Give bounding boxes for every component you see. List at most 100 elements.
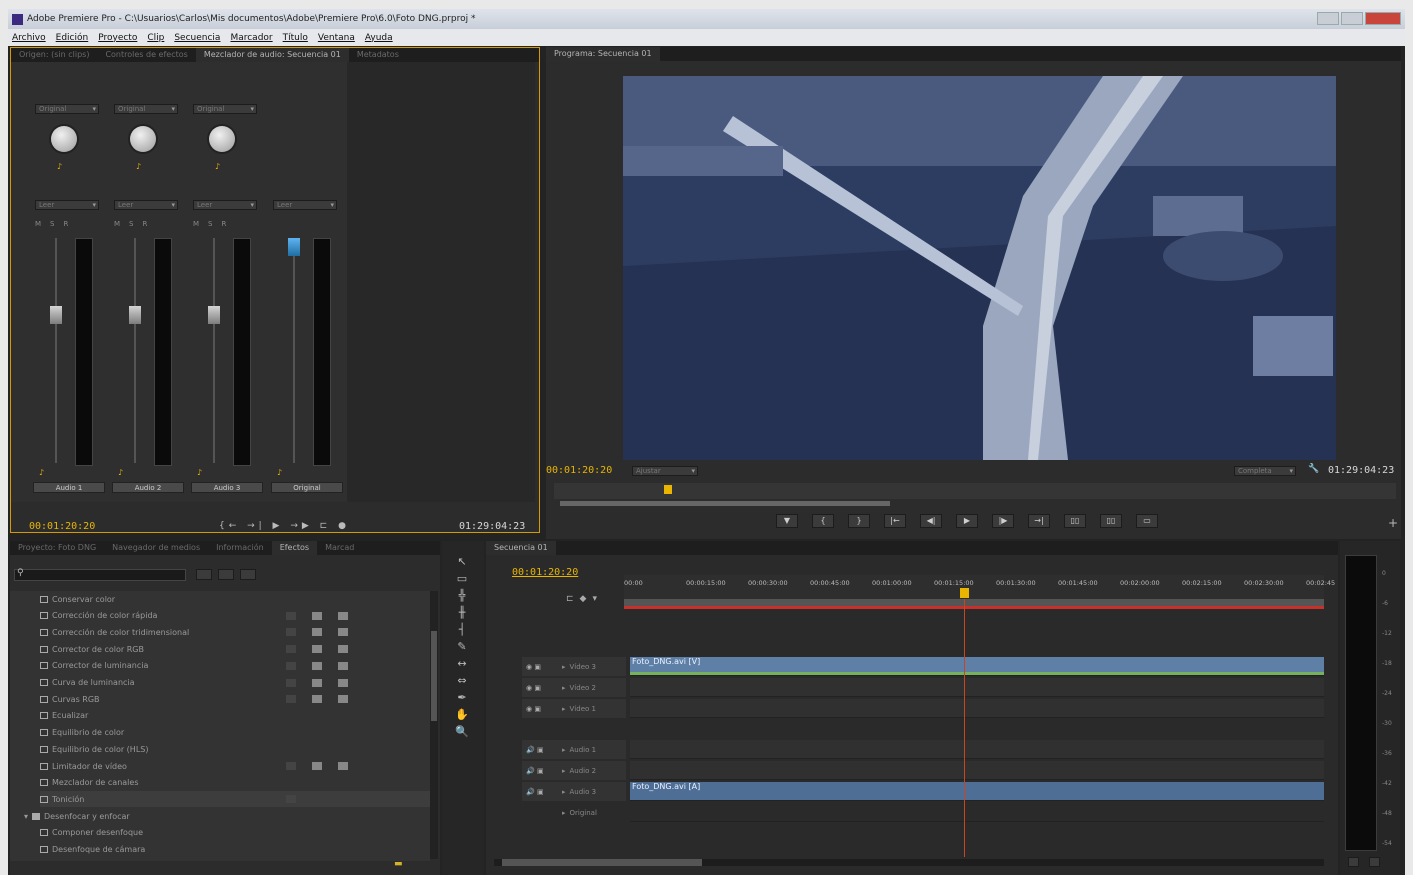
track-header[interactable]: ▸ Original — [522, 803, 626, 822]
32bit-effects-filter[interactable] — [218, 569, 234, 580]
track-lane[interactable] — [630, 678, 1324, 697]
menu-archivo[interactable]: Archivo — [12, 33, 46, 43]
menu-ventana[interactable]: Ventana — [318, 33, 355, 43]
expand-arrow-icon[interactable]: ▸ — [562, 767, 566, 775]
tab-media-browser[interactable]: Navegador de medios — [104, 541, 208, 555]
tab-audio-mixer[interactable]: Mezclador de audio: Secuencia 01 — [195, 48, 349, 62]
expand-arrow-icon[interactable]: ▸ — [562, 746, 566, 754]
pan-knob[interactable] — [51, 126, 77, 152]
volume-fader-handle[interactable] — [129, 306, 141, 324]
transport-button[interactable]: ▯▯ — [1100, 514, 1122, 528]
track-lane[interactable] — [630, 740, 1324, 759]
tab-program[interactable]: Programa: Secuencia 01 — [546, 47, 660, 61]
effect-list-item[interactable]: Desenfoque de cámara — [40, 842, 430, 858]
effect-list-item[interactable]: Equilibrio de color — [40, 725, 430, 741]
mute-solo-record-buttons[interactable]: MSR — [114, 220, 156, 228]
menu-clip[interactable]: Clip — [147, 33, 164, 43]
automation-mode-select[interactable]: Leer — [114, 200, 178, 210]
effect-list-item[interactable]: Componer desenfoque — [40, 825, 430, 841]
add-button-icon[interactable]: + — [1388, 516, 1398, 530]
expand-arrow-icon[interactable]: ▸ — [562, 788, 566, 796]
volume-fader-handle[interactable] — [288, 238, 300, 256]
channel-input-mode-select[interactable]: Original — [114, 104, 178, 114]
transport-button[interactable]: ▯▯ — [1064, 514, 1086, 528]
effect-list-item[interactable]: Corrector de luminancia — [40, 658, 430, 674]
expand-arrow-icon[interactable]: ▸ — [562, 705, 566, 713]
effect-list-item[interactable]: Corrección de color rápida — [40, 608, 430, 624]
channel-input-mode-select[interactable]: Original — [193, 104, 257, 114]
maximize-button[interactable] — [1341, 12, 1363, 25]
transport-button[interactable]: |← — [884, 514, 906, 528]
automation-mode-select[interactable]: Leer — [273, 200, 337, 210]
effect-list-item[interactable]: Tonición — [40, 791, 430, 808]
ripple-edit-tool-icon[interactable]: ╬ — [454, 589, 470, 602]
effects-search-input[interactable] — [14, 569, 186, 581]
expand-arrow-icon[interactable]: ▸ — [562, 684, 566, 692]
effect-folder[interactable]: ▾ Desenfocar y enfocar — [24, 808, 430, 824]
mute-solo-record-buttons[interactable]: MSR — [193, 220, 235, 228]
accelerated-effects-filter[interactable] — [196, 569, 212, 580]
minimize-button[interactable] — [1317, 12, 1339, 25]
tab-effect-controls[interactable]: Controles de efectos — [97, 48, 195, 62]
transport-button[interactable]: →| — [1028, 514, 1050, 528]
effect-list-item[interactable]: Limitador de vídeo — [40, 758, 430, 774]
program-playhead[interactable] — [664, 485, 672, 494]
timeline-clip[interactable]: Foto_DNG.avi [V] — [630, 657, 1324, 675]
volume-fader-handle[interactable] — [50, 306, 62, 324]
speaker-icon[interactable]: 🔊 ▣ — [522, 788, 562, 796]
track-header[interactable]: ◉ ▣ ▸ Vídeo 2 — [522, 678, 626, 697]
hand-tool-icon[interactable]: ✋ — [454, 708, 470, 721]
menu-edicion[interactable]: Edición — [56, 33, 89, 43]
zoom-select[interactable]: Ajustar — [632, 466, 698, 476]
transport-button[interactable]: ◀| — [920, 514, 942, 528]
menu-titulo[interactable]: Título — [283, 33, 308, 43]
tab-effects[interactable]: Efectos — [271, 541, 318, 555]
pan-knob[interactable] — [130, 126, 156, 152]
menu-marcador[interactable]: Marcador — [230, 33, 272, 43]
track-lane[interactable] — [630, 803, 1324, 822]
track-header[interactable]: 🔊 ▣ ▸ Audio 2 — [522, 761, 626, 780]
track-header[interactable]: ◉ ▣ ▸ Vídeo 3 — [522, 657, 626, 676]
transport-button[interactable]: { — [812, 514, 834, 528]
transport-button[interactable]: |▶ — [992, 514, 1014, 528]
resolution-select[interactable]: Completa — [1234, 466, 1296, 476]
automation-mode-select[interactable]: Leer — [193, 200, 257, 210]
speaker-icon[interactable]: 🔊 ▣ — [522, 746, 562, 754]
eye-icon[interactable]: ◉ ▣ — [522, 684, 562, 692]
menu-secuencia[interactable]: Secuencia — [174, 33, 220, 43]
eye-icon[interactable]: ◉ ▣ — [522, 663, 562, 671]
expand-arrow-icon[interactable]: ▸ — [562, 809, 566, 817]
effect-list-item[interactable]: Conservar color — [40, 591, 430, 607]
volume-fader-track[interactable] — [55, 238, 57, 463]
solo-right-button[interactable] — [1369, 857, 1380, 867]
menu-ayuda[interactable]: Ayuda — [365, 33, 393, 43]
mute-solo-record-buttons[interactable]: MSR — [35, 220, 77, 228]
new-bin-icon[interactable]: ▬ — [394, 859, 403, 869]
tab-source[interactable]: Origen: (sin clips) — [11, 48, 97, 62]
pan-knob[interactable] — [209, 126, 235, 152]
volume-fader-track[interactable] — [213, 238, 215, 463]
tab-markers[interactable]: Marcad — [317, 541, 362, 555]
effect-list-item[interactable]: Equilibrio de color (HLS) — [40, 741, 430, 757]
tab-metadata[interactable]: Metadatos — [349, 48, 407, 62]
rolling-edit-tool-icon[interactable]: ╫ — [454, 606, 470, 619]
mixer-transport-controls[interactable]: {← →| ▶ →▶ ⊏ ● — [219, 521, 350, 531]
menu-proyecto[interactable]: Proyecto — [98, 33, 137, 43]
expand-arrow-icon[interactable]: ▾ — [24, 812, 28, 821]
effect-list-item[interactable]: Curvas RGB — [40, 691, 430, 707]
zoom-tool-icon[interactable]: 🔍 — [454, 725, 470, 738]
slide-tool-icon[interactable]: ⇔ — [454, 674, 470, 687]
program-time-ruler[interactable] — [554, 483, 1396, 499]
effect-list-item[interactable]: Ecualizar — [40, 708, 430, 724]
yuv-effects-filter[interactable] — [240, 569, 256, 580]
effect-list-item[interactable]: Curva de luminancia — [40, 675, 430, 691]
timeline-clip[interactable]: Foto_DNG.avi [A] — [630, 782, 1324, 800]
effects-scrollbar[interactable] — [430, 591, 438, 859]
selection-tool-icon[interactable]: ↖ — [454, 555, 470, 568]
automation-mode-select[interactable]: Leer — [35, 200, 99, 210]
razor-tool-icon[interactable]: ✎ — [454, 640, 470, 653]
effect-list-item[interactable]: Corrección de color tridimensional — [40, 624, 430, 640]
channel-input-mode-select[interactable]: Original — [35, 104, 99, 114]
track-header[interactable]: 🔊 ▣ ▸ Audio 3 — [522, 782, 626, 801]
tab-project[interactable]: Proyecto: Foto DNG — [10, 541, 104, 555]
